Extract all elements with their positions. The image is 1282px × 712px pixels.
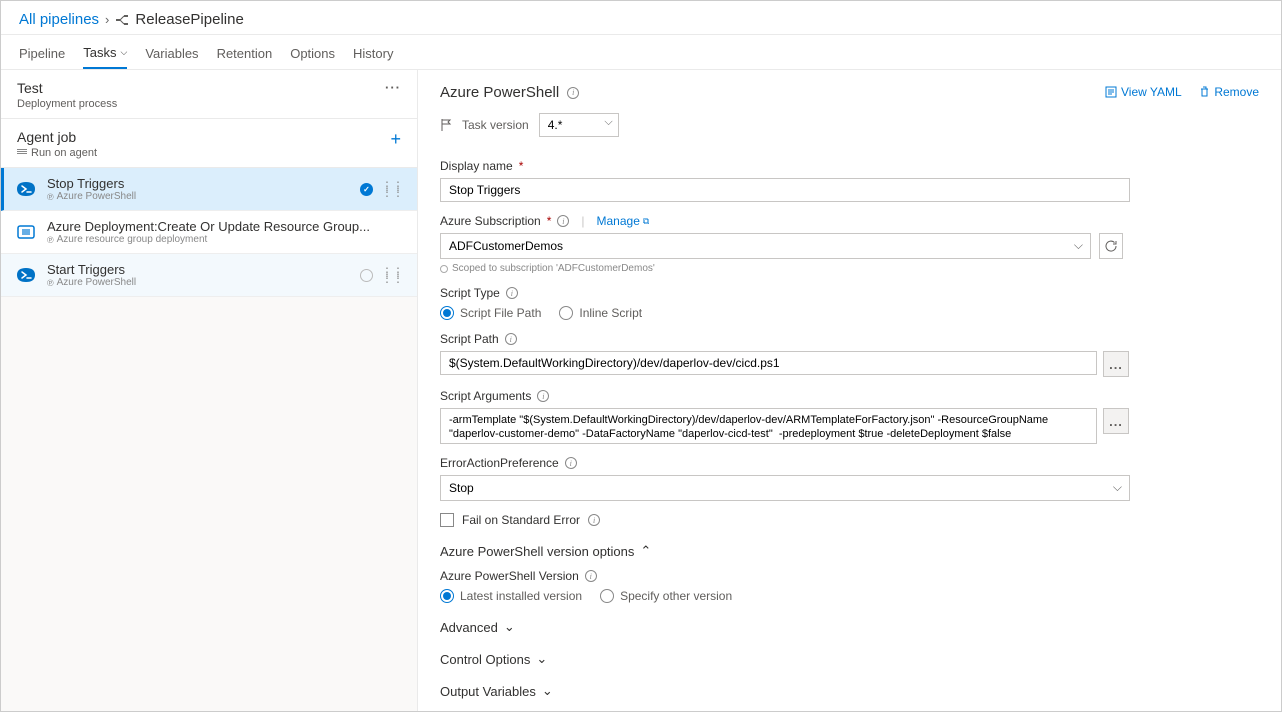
tab-pipeline[interactable]: Pipeline (19, 35, 65, 69)
external-link-icon: ⧉ (643, 216, 649, 227)
tab-variables[interactable]: Variables (145, 35, 198, 69)
add-task-icon[interactable]: + (390, 129, 401, 150)
task-name: Azure Deployment:Create Or Update Resour… (47, 219, 370, 234)
radio-inline-script[interactable]: Inline Script (559, 306, 642, 320)
tasks-sidebar: Test Deployment process ··· Agent job Ru… (1, 70, 418, 711)
list-icon (17, 149, 27, 157)
section-control-options[interactable]: Control Options⌄ (440, 651, 1259, 667)
script-type-label: Script Typei (440, 286, 1259, 300)
radio-latest-version[interactable]: Latest installed version (440, 589, 582, 603)
resource-group-icon (15, 221, 37, 243)
fail-stderr-label: Fail on Standard Error (462, 513, 580, 527)
stage-row[interactable]: Test Deployment process ··· (1, 70, 417, 119)
pipeline-icon (115, 13, 129, 27)
error-pref-label: ErrorActionPreferencei (440, 456, 1259, 470)
script-path-input[interactable] (440, 351, 1097, 375)
panel-title: Azure PowerShell i (440, 84, 579, 101)
display-name-label: Display name* (440, 159, 1259, 173)
chevron-up-icon: ⌃ (640, 543, 651, 559)
info-icon[interactable]: i (557, 215, 569, 227)
info-icon[interactable]: i (537, 390, 549, 402)
error-pref-select[interactable]: Stop (440, 475, 1130, 501)
yaml-icon (1105, 86, 1117, 98)
browse-button[interactable]: ... (1103, 351, 1129, 377)
chevron-down-icon: ⌄ (536, 651, 547, 667)
info-icon[interactable]: i (567, 87, 579, 99)
manage-link[interactable]: Manage⧉ (597, 214, 650, 228)
subscription-select[interactable]: ADFCustomerDemos (440, 233, 1091, 259)
subscription-label: Azure Subscription* i | Manage⧉ (440, 214, 1259, 228)
link-icon: ℗ (47, 192, 54, 202)
script-path-label: Script Pathi (440, 332, 1259, 346)
powershell-icon (15, 264, 37, 286)
radio-script-file-path[interactable]: Script File Path (440, 306, 541, 320)
task-settings-panel: Azure PowerShell i View YAML Remove Task… (418, 70, 1281, 711)
task-sub: ℗Azure PowerShell (47, 277, 136, 288)
section-advanced[interactable]: Advanced⌄ (440, 619, 1259, 635)
task-row-azure-deployment[interactable]: Azure Deployment:Create Or Update Resour… (1, 211, 417, 254)
info-icon[interactable]: i (588, 514, 600, 526)
ps-version-label: Azure PowerShell Versioni (440, 569, 1259, 583)
flag-icon (440, 118, 452, 132)
drag-handle-icon[interactable]: ⋮⋮⋮⋮ (381, 183, 403, 195)
breadcrumb-separator: › (105, 12, 109, 27)
task-row-start-triggers[interactable]: Start Triggers ℗Azure PowerShell ⋮⋮⋮⋮ (1, 254, 417, 297)
task-version-label: Task version (462, 118, 529, 132)
info-icon[interactable]: i (565, 457, 577, 469)
script-args-input[interactable]: -armTemplate "$(System.DefaultWorkingDir… (440, 408, 1097, 444)
tab-tasks[interactable]: Tasks⌵ (83, 35, 127, 69)
refresh-icon (1104, 239, 1118, 253)
trash-icon (1199, 86, 1210, 98)
section-output-variables[interactable]: Output Variables⌄ (440, 683, 1259, 699)
status-circle-icon[interactable] (360, 269, 373, 282)
link-icon: ℗ (47, 278, 54, 288)
drag-handle-icon[interactable]: ⋮⋮⋮⋮ (381, 269, 403, 281)
section-version-options[interactable]: Azure PowerShell version options⌃ (440, 543, 1259, 559)
fail-stderr-checkbox[interactable] (440, 513, 454, 527)
chevron-down-icon: ⌄ (504, 619, 515, 635)
refresh-button[interactable] (1099, 233, 1123, 259)
info-icon[interactable]: i (506, 287, 518, 299)
task-sub: ℗Azure PowerShell (47, 191, 136, 202)
chevron-down-icon: ⌵ (121, 47, 128, 58)
radio-specify-other[interactable]: Specify other version (600, 589, 732, 603)
tabs: Pipeline Tasks⌵ Variables Retention Opti… (1, 35, 1281, 70)
breadcrumb: All pipelines › ReleasePipeline (1, 1, 1281, 35)
tab-retention[interactable]: Retention (217, 35, 273, 69)
task-name: Start Triggers (47, 262, 136, 277)
display-name-input[interactable] (440, 178, 1130, 202)
job-sub: Run on agent (17, 147, 97, 159)
breadcrumb-root[interactable]: All pipelines (19, 11, 99, 28)
remove-link[interactable]: Remove (1199, 85, 1259, 99)
info-icon[interactable]: i (505, 333, 517, 345)
info-icon[interactable]: i (585, 570, 597, 582)
status-check-icon: ✓ (360, 183, 373, 196)
script-args-label: Script Argumentsi (440, 389, 1259, 403)
browse-button[interactable]: ... (1103, 408, 1129, 434)
stage-sub: Deployment process (17, 98, 117, 110)
task-sub: ℗Azure resource group deployment (47, 234, 370, 245)
stage-title: Test (17, 80, 117, 96)
task-name: Stop Triggers (47, 176, 136, 191)
task-row-stop-triggers[interactable]: Stop Triggers ℗Azure PowerShell ✓ ⋮⋮⋮⋮ (1, 168, 417, 211)
powershell-icon (15, 178, 37, 200)
chevron-down-icon: ⌄ (542, 683, 553, 699)
job-row[interactable]: Agent job Run on agent + (1, 119, 417, 168)
task-version-select[interactable]: 4.* (539, 113, 619, 137)
job-title: Agent job (17, 129, 97, 145)
more-icon[interactable]: ··· (385, 80, 401, 95)
scope-text: Scoped to subscription 'ADFCustomerDemos… (440, 263, 1259, 274)
view-yaml-link[interactable]: View YAML (1105, 85, 1182, 99)
tab-history[interactable]: History (353, 35, 393, 69)
breadcrumb-current: ReleasePipeline (115, 11, 243, 28)
tab-options[interactable]: Options (290, 35, 335, 69)
link-icon: ℗ (47, 235, 54, 245)
